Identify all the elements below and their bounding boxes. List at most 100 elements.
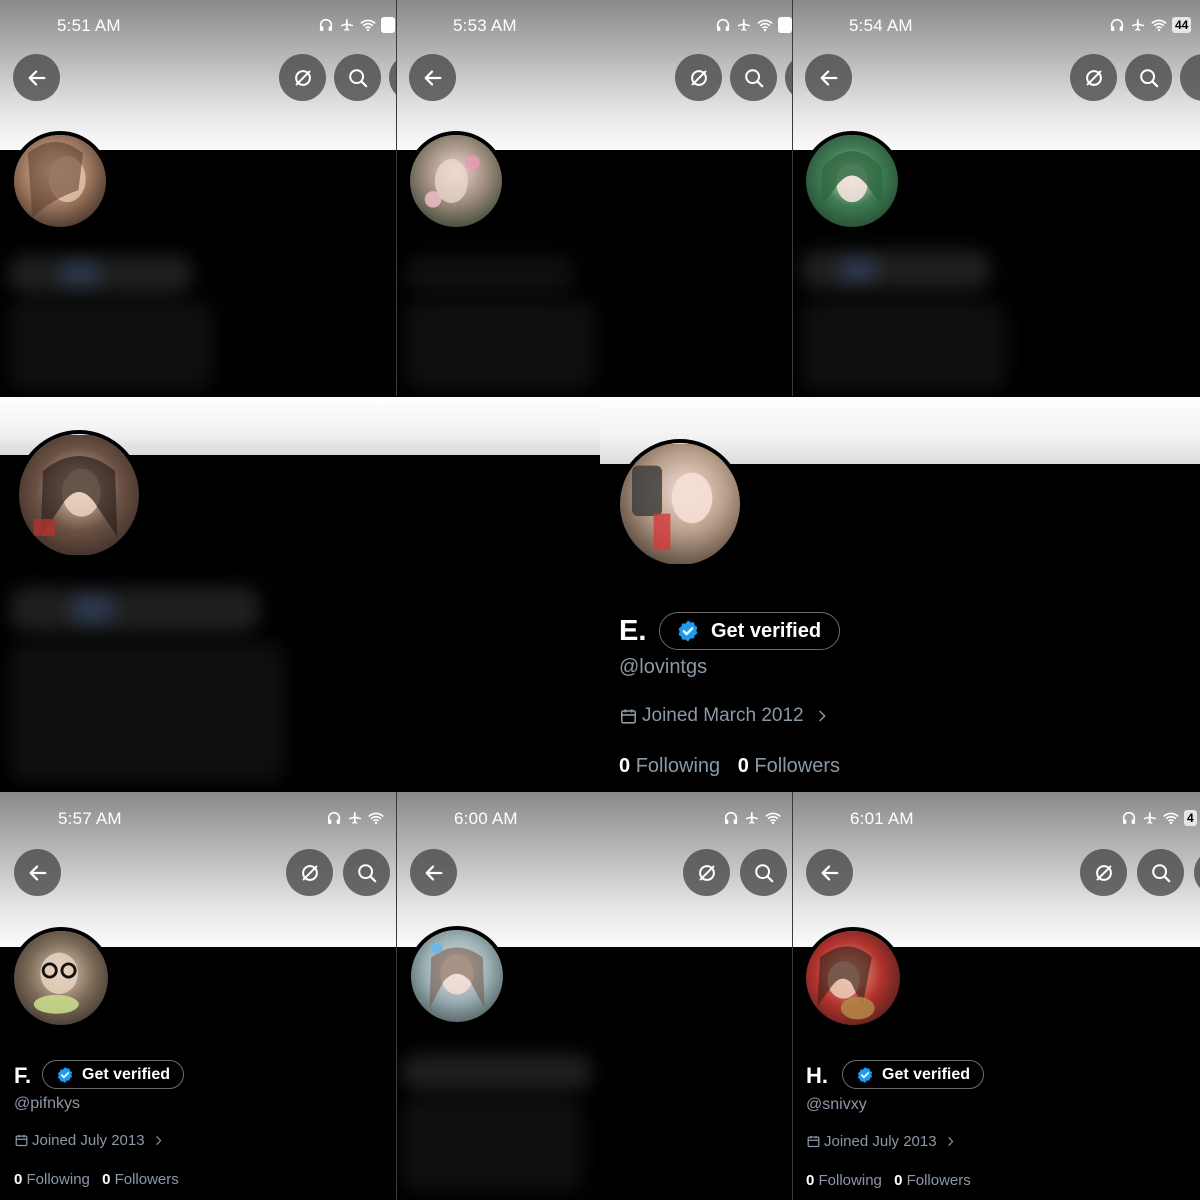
joined-date[interactable]: Joined July 2013 (14, 1132, 165, 1149)
search-icon (356, 862, 378, 884)
search-icon (1138, 67, 1160, 89)
follow-stats: 0 Following 0 Followers (619, 755, 840, 778)
airplane-icon (744, 810, 760, 826)
wifi-icon (368, 810, 384, 826)
search-button[interactable] (740, 849, 787, 896)
avatar[interactable] (15, 430, 143, 560)
airplane-icon (339, 17, 355, 33)
back-button[interactable] (14, 849, 61, 896)
followers-link[interactable]: 0 Followers (738, 755, 840, 777)
status-icons: 4 (1121, 810, 1197, 826)
following-link[interactable]: 0 Following (806, 1172, 882, 1189)
profile-handle: @lovintgs (619, 656, 708, 678)
hide-button[interactable] (675, 54, 722, 101)
search-button[interactable] (334, 54, 381, 101)
avatar[interactable] (10, 927, 112, 1029)
redacted-name (10, 587, 260, 632)
headphones-icon (326, 810, 342, 826)
joined-date[interactable]: Joined March 2012 (619, 705, 830, 727)
panel-e: E. Get verified @lovintgs Joined March 2… (600, 397, 1200, 791)
panel-h: 6:01 AM 4 H. Get verified @snivxy Joined… (793, 792, 1200, 1200)
hide-button[interactable] (286, 849, 333, 896)
profile-handle: @pifnkys (14, 1095, 81, 1112)
following-link[interactable]: 0 Following (619, 755, 720, 777)
wifi-icon (757, 17, 773, 33)
hide-icon (688, 67, 710, 89)
back-button[interactable] (806, 849, 853, 896)
headphones-icon (1121, 810, 1137, 826)
hide-button[interactable] (1070, 54, 1117, 101)
hide-button[interactable] (1080, 849, 1127, 896)
joined-date-label: Joined July 2013 (824, 1133, 937, 1150)
back-button[interactable] (409, 54, 456, 101)
avatar[interactable] (802, 131, 902, 231)
search-button[interactable] (1125, 54, 1172, 101)
headphones-icon (1109, 17, 1125, 33)
get-verified-label: Get verified (82, 1065, 171, 1083)
redacted-badge (70, 595, 115, 623)
search-button[interactable] (730, 54, 777, 101)
status-time: 5:54 AM (849, 16, 913, 35)
avatar[interactable] (10, 131, 110, 231)
followers-link[interactable]: 0 Followers (894, 1172, 971, 1189)
get-verified-label: Get verified (711, 619, 822, 642)
airplane-icon (1142, 810, 1158, 826)
status-icons (715, 17, 792, 33)
search-button[interactable] (1137, 849, 1184, 896)
back-arrow-icon (818, 67, 840, 89)
back-button[interactable] (410, 849, 457, 896)
following-label: Following (635, 755, 721, 777)
avatar[interactable] (406, 131, 506, 231)
status-time: 5:57 AM (58, 809, 122, 828)
joined-date[interactable]: Joined July 2013 (806, 1133, 957, 1150)
calendar-icon (806, 1134, 821, 1149)
profile-name: H. (806, 1063, 828, 1088)
status-time: 5:53 AM (453, 16, 517, 35)
following-label: Following (26, 1171, 90, 1188)
hide-icon (292, 67, 314, 89)
redacted-name (405, 255, 575, 293)
hide-button[interactable] (279, 54, 326, 101)
hide-icon (299, 862, 321, 884)
search-icon (1150, 862, 1172, 884)
panel-f: 5:57 AM F. Get verified @pifnkys Joined … (0, 792, 396, 1200)
back-arrow-icon (422, 67, 444, 89)
followers-label: Followers (906, 1172, 971, 1189)
hide-button[interactable] (683, 849, 730, 896)
avatar[interactable] (616, 439, 744, 569)
get-verified-label: Get verified (882, 1065, 971, 1083)
avatar[interactable] (407, 926, 507, 1026)
redacted-details (10, 642, 285, 782)
redacted-name (402, 1054, 592, 1090)
get-verified-button[interactable]: Get verified (659, 612, 841, 650)
followers-label: Followers (754, 755, 840, 777)
followers-link[interactable]: 0 Followers (102, 1171, 179, 1188)
search-button[interactable] (343, 849, 390, 896)
chevron-right-icon (944, 1135, 957, 1148)
back-button[interactable] (13, 54, 60, 101)
get-verified-button[interactable]: Get verified (42, 1060, 185, 1089)
verified-badge-icon (56, 1066, 74, 1084)
panel-g: 6:00 AM (397, 792, 792, 1200)
wifi-icon (765, 810, 781, 826)
followers-count: 0 (102, 1171, 111, 1188)
panel-a: 5:51 AM (0, 0, 396, 396)
panel-b: 5:53 AM (397, 0, 792, 396)
calendar-icon (14, 1133, 29, 1148)
panel-d (0, 397, 600, 791)
chevron-right-icon (814, 708, 830, 724)
get-verified-button[interactable]: Get verified (842, 1060, 985, 1089)
panel-c: 5:54 AM 44 (793, 0, 1200, 396)
search-icon (753, 862, 775, 884)
headphones-icon (723, 810, 739, 826)
profile-name: F. (14, 1063, 32, 1088)
profile-handle: @snivxy (806, 1096, 867, 1113)
back-button[interactable] (805, 54, 852, 101)
avatar[interactable] (802, 927, 904, 1029)
following-link[interactable]: 0 Following (14, 1171, 90, 1188)
headphones-icon (715, 17, 731, 33)
verified-badge-icon (856, 1066, 874, 1084)
followers-count: 0 (894, 1172, 903, 1189)
chevron-right-icon (152, 1134, 165, 1147)
back-arrow-icon (819, 862, 841, 884)
